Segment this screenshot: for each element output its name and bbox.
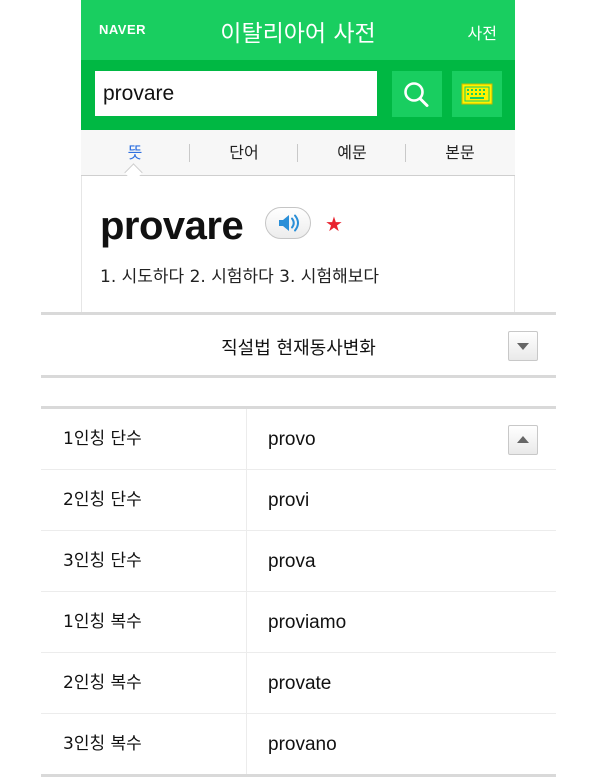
- person-label: 2인칭 복수: [63, 673, 142, 693]
- conjugated-form: provate: [268, 673, 332, 694]
- speaker-icon: [279, 214, 299, 232]
- meaning-list: 1. 시도하다 2. 시험하다 3. 시험해보다: [100, 267, 379, 287]
- table-row: 2인칭 단수 provi: [41, 470, 556, 531]
- conjugation-selector: 직설법 현재동사변화: [41, 312, 556, 378]
- person-label: 3인칭 단수: [63, 551, 142, 571]
- table-row: 1인칭 단수 provo: [41, 409, 556, 470]
- tab-examples[interactable]: 예문: [298, 130, 406, 175]
- table-row: 2인칭 복수 provate: [41, 653, 556, 714]
- app-header: NAVER 이탈리아어 사전 사전: [81, 0, 515, 60]
- conjugated-form: provi: [268, 490, 310, 511]
- search-input[interactable]: provare: [95, 71, 377, 116]
- conjugated-form: proviamo: [268, 612, 347, 633]
- table-row: 1인칭 복수 proviamo: [41, 592, 556, 653]
- column-divider: [246, 592, 247, 652]
- person-label: 2인칭 단수: [63, 490, 142, 510]
- person-label: 1인칭 복수: [63, 612, 142, 632]
- keyboard-button[interactable]: [452, 71, 502, 117]
- tab-body[interactable]: 본문: [406, 130, 514, 175]
- chevron-down-icon: [517, 343, 529, 350]
- conjugation-title: 직설법 현재동사변화: [221, 338, 376, 359]
- table-row: 3인칭 복수 provano: [41, 714, 556, 777]
- column-divider: [246, 531, 247, 591]
- person-label: 1인칭 단수: [63, 429, 142, 449]
- column-divider: [246, 409, 247, 469]
- table-row: 3인칭 단수 prova: [41, 531, 556, 592]
- star-icon[interactable]: ★: [325, 212, 343, 236]
- page-title: 이탈리아어 사전: [220, 21, 376, 47]
- entry-card: provare ★ 1. 시도하다 2. 시험하다 3. 시험해보다: [81, 176, 515, 312]
- tab-bar: 뜻 단어 예문 본문: [81, 130, 515, 182]
- conjugation-dropdown-button[interactable]: [508, 331, 538, 361]
- conjugated-form: provano: [268, 734, 337, 755]
- column-divider: [246, 714, 247, 774]
- collapse-button[interactable]: [508, 425, 538, 455]
- search-icon: [404, 82, 429, 107]
- chevron-up-icon: [517, 436, 529, 443]
- search-bar: provare: [81, 60, 515, 130]
- tab-words[interactable]: 단어: [190, 130, 298, 175]
- conjugated-form: provo: [268, 429, 316, 450]
- conjugated-form: prova: [268, 551, 316, 572]
- column-divider: [246, 653, 247, 713]
- search-button[interactable]: [392, 71, 442, 117]
- conjugation-table: 1인칭 단수 provo 2인칭 단수 provi 3인칭 단수 prova 1…: [41, 406, 556, 777]
- pronunciation-button[interactable]: [265, 207, 311, 239]
- column-divider: [246, 470, 247, 530]
- dictionary-link[interactable]: 사전: [468, 20, 497, 44]
- headword: provare: [100, 204, 244, 248]
- person-label: 3인칭 복수: [63, 734, 142, 754]
- keyboard-icon: [461, 83, 493, 105]
